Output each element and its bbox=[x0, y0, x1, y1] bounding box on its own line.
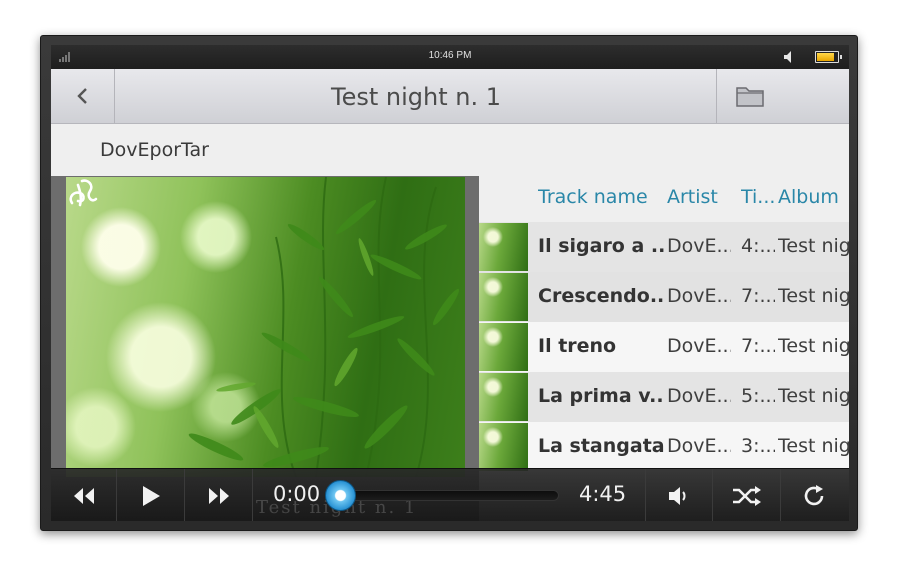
folder-icon bbox=[736, 87, 764, 107]
artist-label: DovEporTar bbox=[100, 139, 209, 161]
repeat-button[interactable] bbox=[781, 469, 849, 521]
table-row[interactable]: Il treno DovE... 7:... Test nig bbox=[479, 322, 849, 372]
track-name: Crescendo... bbox=[538, 285, 664, 307]
track-album: Test nig bbox=[778, 435, 849, 457]
table-row[interactable]: Il sigaro a ... DovE... 4:... Test nig bbox=[479, 222, 849, 272]
play-icon bbox=[142, 485, 160, 506]
shuffle-icon bbox=[732, 485, 761, 506]
column-artist[interactable]: Artist bbox=[667, 186, 731, 208]
track-album: Test nig bbox=[778, 285, 849, 307]
track-artist: DovE... bbox=[667, 285, 731, 307]
track-list-header: Track name Artist Ti... Album bbox=[479, 176, 849, 224]
player-bar: Test night n. 1 0:00 4:45 bbox=[51, 468, 849, 521]
track-time: 5:... bbox=[741, 385, 775, 407]
speaker-icon bbox=[784, 51, 791, 63]
track-artist: DovE... bbox=[667, 235, 731, 257]
fast-forward-icon bbox=[208, 487, 229, 504]
track-artist: DovE... bbox=[667, 335, 731, 357]
volume-button[interactable] bbox=[645, 469, 713, 521]
fast-forward-button[interactable] bbox=[185, 469, 253, 521]
volume-icon bbox=[669, 486, 686, 505]
header-bar: Test night n. 1 bbox=[51, 69, 849, 124]
track-name: Il sigaro a ... bbox=[538, 235, 664, 257]
foliage-illustration bbox=[188, 177, 460, 477]
track-album: Test nig bbox=[778, 385, 849, 407]
album-logo-icon bbox=[69, 179, 98, 207]
progress-knob[interactable] bbox=[325, 480, 356, 511]
track-list: Il sigaro a ... DovE... 4:... Test nig C… bbox=[479, 222, 849, 472]
current-time: 0:00 bbox=[273, 482, 321, 506]
progress-bar[interactable] bbox=[341, 490, 559, 501]
track-album: Test nig bbox=[778, 235, 849, 257]
album-art bbox=[66, 177, 465, 477]
track-thumbnail bbox=[479, 223, 528, 271]
track-thumbnail bbox=[479, 323, 528, 371]
rewind-icon bbox=[73, 487, 94, 504]
device-frame: 10:46 PM Test night n. 1 DovEporTar Trac… bbox=[40, 35, 858, 531]
back-button[interactable] bbox=[51, 69, 115, 123]
table-row[interactable]: La stangata DovE... 3:... Test nig bbox=[479, 422, 849, 472]
total-time: 4:45 bbox=[579, 482, 627, 506]
track-name: La stangata bbox=[538, 435, 664, 457]
battery-icon bbox=[815, 51, 842, 63]
column-album[interactable]: Album bbox=[778, 186, 849, 208]
track-time: 7:... bbox=[741, 335, 775, 357]
screen: 10:46 PM Test night n. 1 DovEporTar Trac… bbox=[51, 45, 849, 521]
track-name: La prima v... bbox=[538, 385, 664, 407]
page-title: Test night n. 1 bbox=[331, 83, 501, 111]
track-name: Il treno bbox=[538, 335, 617, 357]
status-clock: 10:46 PM bbox=[428, 50, 472, 61]
table-row[interactable]: Crescendo... DovE... 7:... Test nig bbox=[479, 272, 849, 322]
repeat-icon bbox=[804, 484, 824, 505]
track-artist: DovE... bbox=[667, 385, 731, 407]
track-time: 7:... bbox=[741, 285, 775, 307]
chevron-left-icon bbox=[76, 88, 87, 104]
track-thumbnail bbox=[479, 373, 528, 421]
play-button[interactable] bbox=[117, 469, 185, 521]
column-track-name[interactable]: Track name bbox=[538, 186, 658, 208]
track-thumbnail bbox=[479, 273, 528, 321]
table-row[interactable]: La prima v... DovE... 5:... Test nig bbox=[479, 372, 849, 422]
column-time[interactable]: Ti... bbox=[741, 186, 777, 208]
folder-button[interactable] bbox=[716, 69, 849, 123]
shuffle-button[interactable] bbox=[713, 469, 781, 521]
track-time: 4:... bbox=[741, 235, 775, 257]
rewind-button[interactable] bbox=[51, 469, 117, 521]
track-artist: DovE... bbox=[667, 435, 731, 457]
track-album: Test nig bbox=[778, 335, 849, 357]
track-time: 3:... bbox=[741, 435, 775, 457]
track-thumbnail bbox=[479, 423, 528, 471]
status-bar: 10:46 PM bbox=[51, 45, 849, 69]
